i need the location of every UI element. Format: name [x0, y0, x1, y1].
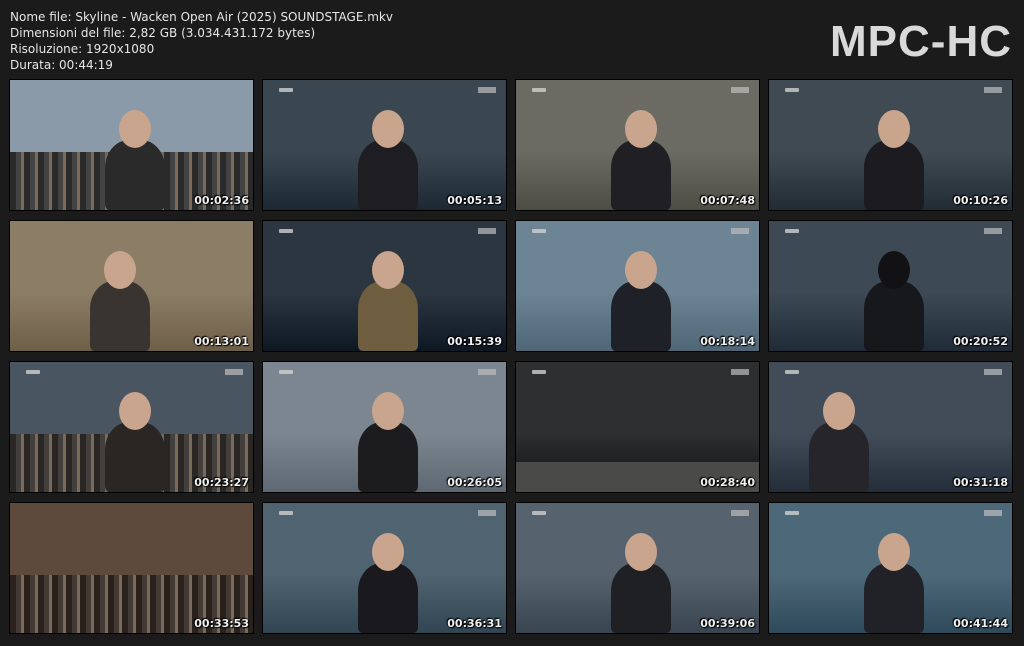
thumbnail-timestamp: 00:26:05	[447, 476, 502, 489]
broadcaster-logo	[532, 229, 546, 233]
thumbnail-timestamp: 00:18:14	[700, 335, 755, 348]
thumbnail-timestamp: 00:39:06	[700, 617, 755, 630]
video-thumbnail: 00:13:01	[9, 220, 254, 352]
thumbnail-timestamp: 00:02:36	[194, 194, 249, 207]
video-thumbnail: 00:15:39	[262, 220, 507, 352]
thumbnail-timestamp: 00:20:52	[953, 335, 1008, 348]
thumbnail-timestamp: 00:10:26	[953, 194, 1008, 207]
channel-logo	[478, 228, 496, 234]
channel-logo	[478, 87, 496, 93]
broadcaster-logo	[279, 88, 293, 92]
thumbnail-timestamp: 00:41:44	[953, 617, 1008, 630]
broadcaster-logo	[785, 511, 799, 515]
thumbnail-image	[10, 362, 253, 492]
thumbnail-image	[263, 503, 506, 633]
broadcaster-logo	[532, 88, 546, 92]
channel-logo	[731, 510, 749, 516]
file-info: Nome file: Skyline - Wacken Open Air (20…	[10, 9, 393, 73]
channel-logo	[478, 510, 496, 516]
broadcaster-logo	[785, 88, 799, 92]
thumbnail-grid: 00:02:36 00:05:13 00:07:48 00:10:26 00:13:01…	[9, 79, 1013, 634]
video-thumbnail: 00:36:31	[262, 502, 507, 634]
video-thumbnail: 00:28:40	[515, 361, 760, 493]
broadcaster-logo	[26, 370, 40, 374]
broadcaster-logo	[785, 370, 799, 374]
thumbnail-image	[769, 221, 1012, 351]
resolution: Risoluzione: 1920x1080	[10, 42, 155, 56]
channel-logo	[731, 87, 749, 93]
video-thumbnail: 00:18:14	[515, 220, 760, 352]
thumbnail-image	[263, 221, 506, 351]
video-thumbnail: 00:20:52	[768, 220, 1013, 352]
thumbnail-timestamp: 00:31:18	[953, 476, 1008, 489]
thumbnail-image	[516, 80, 759, 210]
video-thumbnail: 00:41:44	[768, 502, 1013, 634]
thumbnail-timestamp: 00:13:01	[194, 335, 249, 348]
broadcaster-logo	[532, 511, 546, 515]
channel-logo	[984, 510, 1002, 516]
thumbnail-timestamp: 00:15:39	[447, 335, 502, 348]
video-thumbnail: 00:02:36	[9, 79, 254, 211]
thumbnail-timestamp: 00:28:40	[700, 476, 755, 489]
mpc-hc-logo: MPC-HC	[830, 17, 1012, 66]
thumbnail-image	[10, 503, 253, 633]
thumbnail-timestamp: 00:36:31	[447, 617, 502, 630]
broadcaster-logo	[279, 370, 293, 374]
video-thumbnail: 00:10:26	[768, 79, 1013, 211]
thumbnail-timestamp: 00:23:27	[194, 476, 249, 489]
channel-logo	[984, 369, 1002, 375]
thumbnail-image	[10, 221, 253, 351]
video-thumbnail: 00:33:53	[9, 502, 254, 634]
thumbnail-image	[516, 221, 759, 351]
thumbnail-image	[516, 503, 759, 633]
thumbnail-timestamp: 00:33:53	[194, 617, 249, 630]
broadcaster-logo	[532, 370, 546, 374]
video-thumbnail: 00:05:13	[262, 79, 507, 211]
channel-logo	[731, 369, 749, 375]
channel-logo	[984, 228, 1002, 234]
thumbnail-image	[516, 362, 759, 492]
thumbnail-image	[769, 80, 1012, 210]
file-size: Dimensioni del file: 2,82 GB (3.034.431.…	[10, 26, 316, 40]
channel-logo	[478, 369, 496, 375]
channel-logo	[225, 369, 243, 375]
thumbnail-image	[263, 362, 506, 492]
broadcaster-logo	[785, 229, 799, 233]
thumbnail-timestamp: 00:05:13	[447, 194, 502, 207]
duration: Durata: 00:44:19	[10, 58, 113, 72]
video-thumbnail: 00:07:48	[515, 79, 760, 211]
thumbnail-image	[769, 362, 1012, 492]
file-name: Nome file: Skyline - Wacken Open Air (20…	[10, 10, 393, 24]
video-thumbnail: 00:39:06	[515, 502, 760, 634]
video-thumbnail: 00:31:18	[768, 361, 1013, 493]
thumbnail-image	[263, 80, 506, 210]
thumbnail-image	[10, 80, 253, 210]
thumbnail-image	[769, 503, 1012, 633]
broadcaster-logo	[279, 229, 293, 233]
video-thumbnail: 00:23:27	[9, 361, 254, 493]
channel-logo	[984, 87, 1002, 93]
broadcaster-logo	[279, 511, 293, 515]
thumbnail-timestamp: 00:07:48	[700, 194, 755, 207]
video-thumbnail: 00:26:05	[262, 361, 507, 493]
channel-logo	[731, 228, 749, 234]
